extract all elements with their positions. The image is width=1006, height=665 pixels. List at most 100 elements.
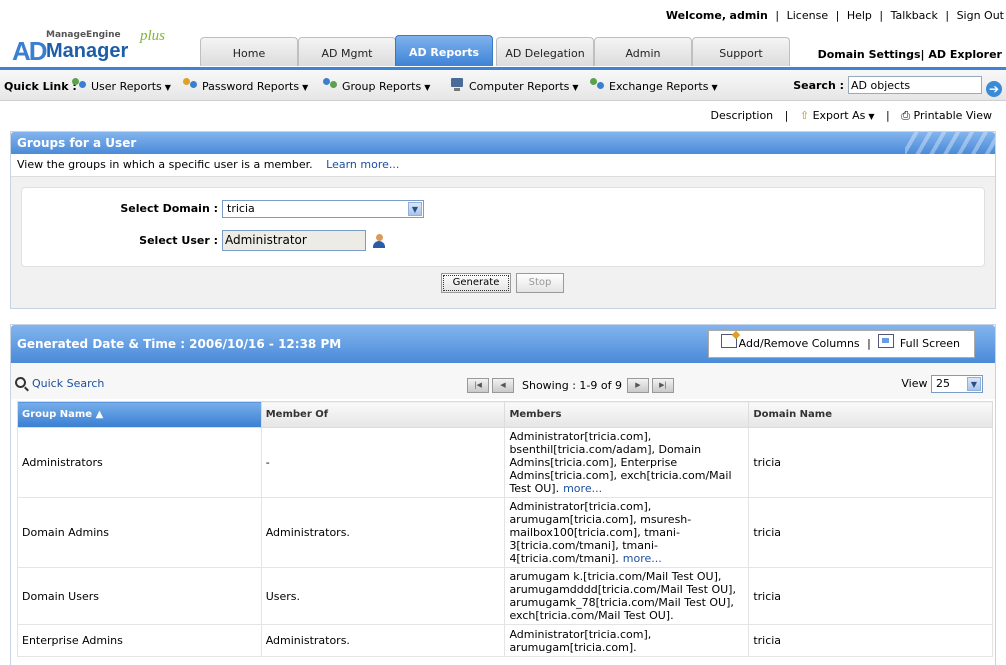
column-header-members[interactable]: Members (504, 401, 750, 428)
full-screen-label: Full Screen (899, 337, 960, 350)
panel-description: View the groups in which a specific user… (11, 154, 995, 177)
quicklink-computer-reports[interactable]: Computer Reports ▼ (450, 78, 579, 93)
members-text: Administrator[tricia.com], bsenthil[tric… (509, 430, 732, 495)
welcome-text: Welcome, (665, 9, 727, 22)
table-row: Enterprise Admins Administrators. Admini… (17, 624, 993, 657)
pagination: |◀ ◀ Showing : 1-9 of 9 ▶ ▶| (467, 378, 677, 393)
next-page-icon[interactable]: ▶ (626, 378, 649, 393)
showing-text: Showing : 1-9 of 9 (522, 379, 622, 392)
help-link[interactable]: Help (847, 9, 872, 22)
view-count-select[interactable]: 25 ▼ (931, 375, 983, 393)
edit-columns-icon (720, 334, 737, 348)
separator: | (775, 9, 780, 22)
first-page-icon[interactable]: |◀ (467, 378, 489, 393)
table-row: Administrators - Administrator[tricia.co… (17, 427, 993, 498)
separator: | (920, 48, 925, 61)
prev-page-icon[interactable]: ◀ (492, 378, 514, 393)
cell-member-of: Users. (260, 567, 506, 625)
export-label: Export As (812, 109, 866, 122)
top-header: ManageEngine AD Manager plus Welcome, ad… (0, 0, 1006, 68)
domain-label: Select Domain : (120, 202, 218, 215)
welcome-user: admin (729, 9, 768, 22)
cell-member-of: - (260, 427, 506, 498)
talkback-link[interactable]: Talkback (891, 9, 938, 22)
quicklink-label: Password Reports (202, 80, 300, 93)
domain-value: tricia (227, 202, 255, 215)
cell-domain-name: tricia (748, 567, 993, 625)
header-decoration (905, 132, 995, 154)
search-go-icon[interactable]: ➔ (986, 80, 1002, 97)
user-row: Select User : Administrator (22, 230, 386, 251)
sign-out-link[interactable]: Sign Out (957, 9, 1004, 22)
description-link[interactable]: Description (711, 109, 774, 122)
generate-button[interactable]: Generate (441, 273, 511, 293)
quick-link-label: Quick Link : (4, 80, 77, 93)
tab-ad-mgmt[interactable]: AD Mgmt (298, 37, 396, 66)
quicklink-password-reports[interactable]: Password Reports ▼ (183, 78, 308, 93)
table-header-row: Group Name ▲ Member Of Members Domain Na… (17, 401, 993, 428)
full-screen-icon (878, 334, 895, 348)
separator: | (879, 9, 884, 22)
users-icon (72, 78, 88, 92)
column-header-group-name[interactable]: Group Name ▲ (17, 401, 262, 428)
cell-group-name: Domain Users (17, 567, 262, 625)
domain-settings-link[interactable]: Domain Settings (818, 48, 921, 61)
quicklink-user-reports[interactable]: User Reports ▼ (72, 78, 171, 93)
table-row: Domain Users Users. arumugam k.[tricia.c… (17, 567, 993, 625)
license-link[interactable]: License (787, 9, 828, 22)
group-icon (323, 78, 339, 92)
add-remove-label: Add/Remove Columns (738, 337, 860, 350)
members-text: Administrator[tricia.com], arumugam[tric… (509, 500, 692, 565)
tab-admin[interactable]: Admin (594, 37, 692, 66)
separator: | (867, 337, 871, 350)
ad-explorer-link[interactable]: AD Explorer (928, 48, 1002, 61)
logo-ad: AD (12, 36, 48, 66)
cell-group-name: Enterprise Admins (17, 624, 262, 657)
chevron-down-icon: ▼ (868, 112, 875, 121)
results-header: Generated Date & Time : 2006/10/16 - 12:… (11, 325, 995, 363)
quicklink-label: Group Reports (342, 80, 422, 93)
quicklink-exchange-reports[interactable]: Exchange Reports ▼ (590, 78, 718, 93)
domain-select[interactable]: tricia ▼ (222, 200, 424, 218)
view-label: View (901, 377, 928, 390)
last-page-icon[interactable]: ▶| (651, 378, 674, 393)
exchange-icon (590, 78, 606, 92)
cell-domain-name: tricia (748, 497, 993, 568)
quicklink-group-reports[interactable]: Group Reports ▼ (323, 78, 430, 93)
column-header-member-of[interactable]: Member Of (260, 401, 506, 428)
column-header-domain-name[interactable]: Domain Name (748, 401, 993, 428)
user-picker-icon[interactable] (372, 233, 386, 248)
panel-header: Groups for a User (11, 132, 995, 154)
quick-search-link[interactable]: Quick Search (15, 377, 104, 390)
logo-manageengine: ManageEngine (46, 30, 121, 40)
results-panel: Generated Date & Time : 2006/10/16 - 12:… (10, 324, 996, 665)
quick-search-label: Quick Search (32, 377, 105, 390)
printable-view-link[interactable]: ⎙ Printable View (901, 109, 992, 122)
cell-members: arumugam k.[tricia.com/Mail Test OU], ar… (504, 567, 750, 625)
add-remove-columns-button[interactable]: Add/Remove Columns (720, 334, 860, 350)
results-toolbar: Quick Search |◀ ◀ Showing : 1-9 of 9 ▶ ▶| Vi… (11, 363, 995, 399)
table-row: Domain Admins Administrators. Administra… (17, 497, 993, 568)
tab-home[interactable]: Home (200, 37, 298, 66)
learn-more-link[interactable]: Learn more... (326, 158, 399, 171)
tab-ad-reports[interactable]: AD Reports (395, 35, 493, 66)
tab-ad-delegation[interactable]: AD Delegation (496, 37, 594, 66)
report-actions: Description | ⇧ Export As ▼ | ⎙ Printable… (711, 109, 993, 123)
printer-icon: ⎙ (901, 109, 911, 122)
more-link[interactable]: more... (563, 482, 602, 495)
view-value: 25 (936, 377, 950, 390)
search-input[interactable] (848, 76, 982, 94)
tab-support[interactable]: Support (692, 37, 790, 66)
top-links: Welcome, admin | License | Help | Talkba… (666, 9, 1004, 22)
export-as-menu[interactable]: ⇧ Export As ▼ (800, 109, 875, 122)
stop-button[interactable]: Stop (516, 273, 564, 293)
full-screen-button[interactable]: Full Screen (878, 334, 960, 350)
user-field[interactable]: Administrator (222, 230, 366, 251)
more-link[interactable]: more... (623, 552, 662, 565)
report-options-panel: Groups for a User View the groups in whi… (10, 131, 996, 309)
logo-plus: plus (140, 28, 166, 44)
domain-links: Domain Settings| AD Explorer (818, 48, 1002, 61)
chevron-down-icon: ▼ (424, 83, 431, 92)
quick-link-bar: Quick Link : User Reports ▼ Password Repo… (0, 70, 1006, 101)
domain-row: Select Domain : tricia ▼ (22, 200, 424, 218)
